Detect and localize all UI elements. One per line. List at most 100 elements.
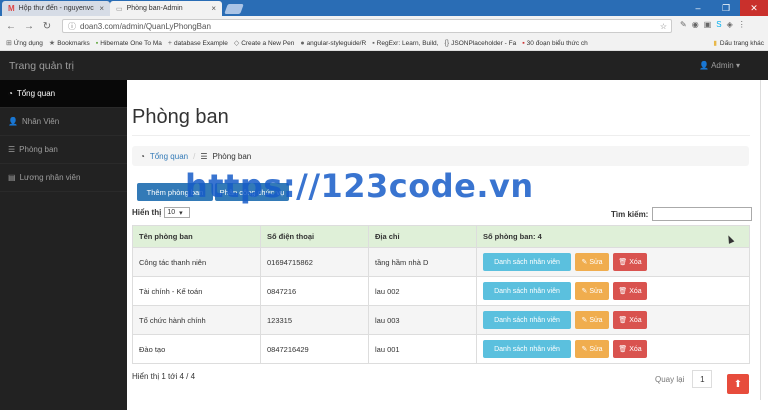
maximize-icon[interactable]: ❐ [712, 0, 740, 16]
cell-address: lau 003 [368, 305, 477, 335]
edit-button[interactable]: ✎ Sửa [575, 340, 609, 358]
address-bar: ← → ↻ ⓘ doan3.com/admin/QuanLyPhongBan ☆… [0, 16, 768, 36]
browser-tab-admin[interactable]: ▭ Phòng ban-Admin × [110, 1, 222, 16]
edit-button[interactable]: ✎ Sửa [575, 282, 609, 300]
menu-icon[interactable]: ⋮ [738, 20, 746, 29]
dashboard-icon: ◔ [8, 89, 13, 98]
bookmark-apps[interactable]: ⊞ Ứng dụng [6, 39, 43, 48]
reload-icon[interactable]: ↻ [40, 21, 54, 32]
column-header[interactable]: Số phòng ban: 4 [476, 225, 750, 248]
list-icon: ☰ [200, 151, 208, 161]
bookmark-star-icon[interactable]: ☆ [660, 22, 667, 31]
close-tab-icon[interactable]: × [211, 4, 216, 13]
browser-tab-bar: M Hộp thư đến - nguyenvc × ▭ Phòng ban-A… [0, 0, 768, 16]
top-navbar: Trang quản trị 👤 Admin ▾ [0, 51, 768, 80]
breadcrumb-current: Phòng ban [212, 151, 252, 161]
column-header[interactable]: Địa chỉ [368, 225, 477, 248]
user-name: Admin [711, 61, 734, 70]
apps-icon: ⊞ [6, 40, 12, 47]
bookmark-database[interactable]: + database Example [168, 40, 228, 47]
pagination: Quay lại 1 [655, 370, 713, 388]
employee-list-button[interactable]: Danh sách nhân viên [483, 311, 571, 329]
page-length-select[interactable]: 10 ▾ [164, 207, 191, 218]
tab-label: Hộp thư đến - nguyenvc [18, 5, 94, 12]
search-control: Tìm kiếm: [611, 207, 753, 221]
minimize-icon[interactable]: – [684, 0, 712, 16]
close-tab-icon[interactable]: × [99, 4, 104, 13]
sidebar-item-employees[interactable]: 👤 Nhân Viên [0, 108, 127, 136]
employee-list-button[interactable]: Danh sách nhân viên [483, 340, 571, 358]
cell-actions: Danh sách nhân viên ✎ Sửa 🗑 Xóa [476, 247, 750, 277]
page-title: Phòng ban [132, 106, 229, 128]
new-tab-button[interactable] [224, 4, 244, 14]
sidebar-item-label: Phòng ban [19, 145, 58, 154]
caret-down-icon: ▾ [735, 61, 740, 70]
list-icon: ☰ [8, 145, 16, 154]
bookmark-hibernate[interactable]: ▪ Hibernate One To Ma [96, 40, 162, 47]
bookmark-github[interactable]: ● angular-styleguide/R [300, 40, 366, 47]
sidebar-item-label: Lương nhân viên [19, 173, 81, 182]
brand[interactable]: Trang quản trị [9, 60, 74, 72]
sidebar-item-label: Tổng quan [16, 89, 56, 98]
eyedropper-icon[interactable]: ✎ [680, 20, 687, 29]
column-header[interactable]: Tên phòng ban [132, 225, 261, 248]
edit-button[interactable]: ✎ Sửa [575, 253, 609, 271]
user-icon: 👤 [8, 117, 18, 126]
skype-icon[interactable]: S [716, 20, 721, 29]
arrow-up-icon: ⬆ [733, 378, 743, 390]
search-input[interactable] [652, 207, 753, 221]
delete-button[interactable]: 🗑 Xóa [613, 253, 647, 271]
cell-name: Đào tạo [132, 334, 261, 364]
breadcrumb-separator: / [193, 151, 196, 161]
ghostery-icon[interactable]: ◉ [692, 20, 699, 29]
browser-tab-gmail[interactable]: M Hộp thư đến - nguyenvc × [2, 1, 110, 16]
column-header[interactable]: Số điện thoại [260, 225, 369, 248]
cell-actions: Danh sách nhân viên ✎ Sửa 🗑 Xóa [476, 305, 750, 335]
url-input[interactable]: ⓘ doan3.com/admin/QuanLyPhongBan ☆ [62, 19, 672, 33]
gmail-icon: M [8, 4, 15, 13]
cell-name: Tài chính - Kế toán [132, 276, 261, 306]
page-number-button[interactable]: 1 [692, 370, 713, 388]
extension-icon[interactable]: ▣ [704, 20, 712, 29]
bookmark-other[interactable]: ▮ Dấu trang khác [713, 39, 764, 48]
trash-icon: 🗑 [618, 346, 628, 353]
url-text: doan3.com/admin/QuanLyPhongBan [80, 21, 211, 31]
edit-button[interactable]: ✎ Sửa [575, 311, 609, 329]
pagination-back[interactable]: Quay lại [655, 375, 684, 384]
chevron-down-icon: ▾ [179, 209, 183, 217]
forward-icon[interactable]: → [22, 21, 36, 32]
breadcrumb-home-link[interactable]: Tổng quan [150, 152, 188, 161]
employee-list-button[interactable]: Danh sách nhân viên [483, 282, 571, 300]
bookmark-regexr[interactable]: ▪ RegExr: Learn, Build, [372, 40, 438, 47]
page-length-control: Hiển thị 10 ▾ [132, 207, 191, 218]
employee-list-button[interactable]: Danh sách nhân viên [483, 253, 571, 271]
page-info-icon: ⓘ [68, 21, 76, 31]
cell-phone: 123315 [260, 305, 369, 335]
codepen-icon: ◇ [233, 40, 240, 47]
site-icon: ▪ [95, 39, 99, 47]
sidebar-item-departments[interactable]: ☰ Phòng ban [0, 136, 127, 164]
trash-icon: 🗑 [618, 288, 628, 295]
edit-icon: ✎ [581, 259, 588, 266]
bookmark-codepen[interactable]: ◇ Create a New Pen [233, 39, 295, 48]
trash-icon: 🗑 [618, 259, 628, 266]
bookmark-jsonplaceholder[interactable]: {} JSONPlaceholder - Fa [444, 40, 516, 47]
back-icon[interactable]: ← [4, 21, 18, 32]
cell-actions: Danh sách nhân viên ✎ Sửa 🗑 Xóa [476, 276, 750, 306]
sidebar-item-salary[interactable]: ▤ Lương nhân viên [0, 164, 127, 192]
delete-button[interactable]: 🗑 Xóa [613, 311, 647, 329]
cell-phone: 0847216 [260, 276, 369, 306]
scroll-to-top-button[interactable]: ⬆ [727, 374, 749, 394]
cell-address: tầng hầm nhà D [368, 247, 477, 277]
close-window-icon[interactable]: ✕ [740, 0, 768, 16]
table-row: Tổ chức hành chính 123315 lau 003 Danh s… [132, 305, 750, 335]
bookmark-regex-list[interactable]: ▪ 30 đoạn biểu thức ch [522, 40, 588, 47]
sidebar-item-dashboard[interactable]: ◔ Tổng quan [0, 80, 127, 108]
cell-name: Công tác thanh niên [132, 247, 261, 277]
user-menu[interactable]: 👤 Admin ▾ [699, 61, 740, 70]
delete-button[interactable]: 🗑 Xóa [613, 340, 647, 358]
main-content: Phòng ban ◔ Tổng quan / ☰ Phòng ban Thêm… [127, 80, 768, 410]
delete-button[interactable]: 🗑 Xóa [613, 282, 647, 300]
bookmark-bookmarks[interactable]: ★ Bookmarks [49, 39, 90, 48]
extension-icon[interactable]: ◈ [727, 20, 733, 29]
